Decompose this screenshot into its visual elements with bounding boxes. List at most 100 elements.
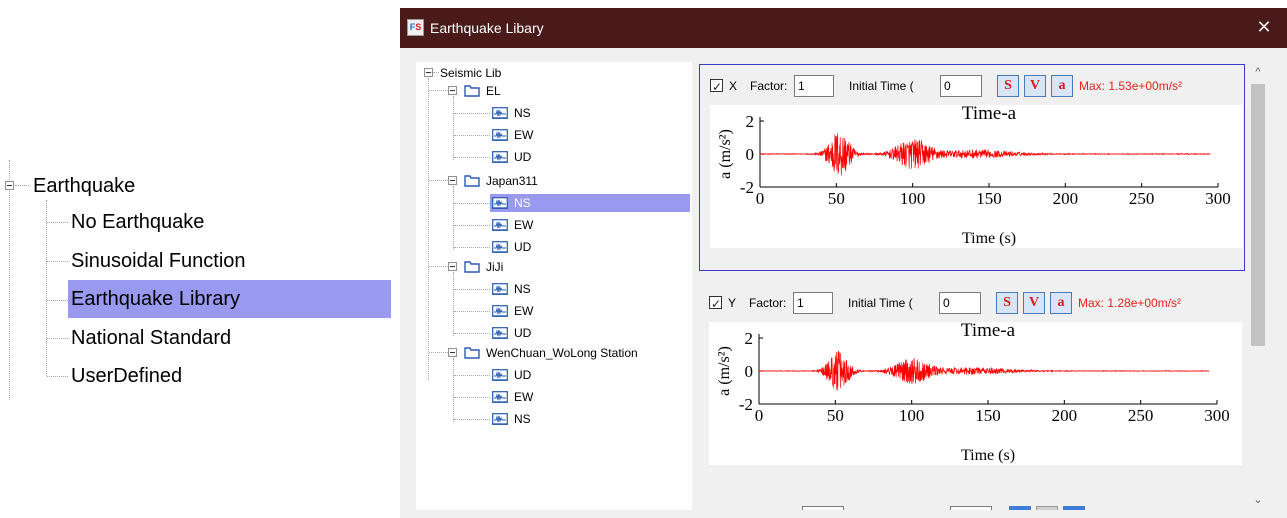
initial-time-label: Initial Time ( — [849, 79, 914, 93]
waveform-icon — [492, 305, 508, 317]
a-icon[interactable]: a — [1050, 292, 1072, 314]
collapse-icon[interactable] — [5, 181, 14, 190]
y-axis-label: a (m/s²) — [716, 346, 733, 396]
s-icon[interactable] — [1009, 506, 1031, 510]
x-tick-label: 50 — [828, 189, 845, 208]
y-axis-label: a (m/s²) — [717, 129, 734, 179]
collapse-icon[interactable] — [448, 86, 457, 95]
scroll-up-icon[interactable]: ^ — [1247, 62, 1269, 82]
tree-leaf-label: NS — [514, 282, 531, 296]
factor-label: Factor: — [750, 79, 788, 93]
y-tick-label: 2 — [745, 329, 754, 348]
tree-leaf-label: UD — [514, 240, 532, 254]
channel-z-factor-input[interactable] — [802, 506, 844, 510]
tree-guide-line — [454, 375, 490, 376]
tree-item-userdefined[interactable]: UserDefined — [68, 360, 182, 392]
folder-icon — [464, 85, 480, 97]
waveform-icon — [492, 327, 508, 339]
tree-guide-line — [47, 376, 68, 377]
a-icon[interactable]: a — [1051, 75, 1073, 97]
v-icon[interactable]: V — [1023, 292, 1045, 314]
tree-guide-line — [15, 185, 29, 186]
channel-panel[interactable]: X Factor: 1 Initial Time ( 0 S V a Max: … — [696, 62, 1247, 510]
tree-guide-line — [428, 78, 429, 380]
tree-guide-line — [453, 358, 454, 422]
tree-guide-line — [429, 90, 448, 91]
tree-guide-line — [47, 338, 68, 339]
close-button[interactable]: ✕ — [1251, 14, 1277, 40]
tree-item-earthquake-library[interactable]: Earthquake Library — [68, 280, 391, 318]
channel-z-initial-time-input[interactable] — [950, 506, 992, 510]
y-tick-label: -2 — [739, 395, 753, 414]
channel-x-factor-input[interactable]: 1 — [794, 75, 834, 97]
tree-guide-line — [47, 261, 68, 262]
channel-x-max-value: Max: 1.53e+00m/s² — [1079, 79, 1183, 93]
tree-guide-line — [453, 272, 454, 336]
seismic-library-tree[interactable]: Seismic Lib EL NS EW UD Japan311 NS EW UD JiJi NS… — [416, 62, 692, 510]
waveform-icon — [492, 129, 508, 141]
x-tick-label: 100 — [900, 189, 926, 208]
folder-icon — [464, 261, 480, 273]
channel-x-axis-label: X — [729, 79, 738, 93]
x-tick-label: 250 — [1129, 189, 1155, 208]
x-tick-label: 200 — [1053, 189, 1079, 208]
y-tick-label: 0 — [746, 145, 755, 164]
tree-group-label: WenChuan_WoLong Station — [486, 346, 638, 360]
scroll-down-icon[interactable]: ⌄ — [1247, 490, 1269, 510]
tree-group-label: EL — [486, 84, 501, 98]
v-icon[interactable] — [1036, 506, 1058, 510]
vertical-scrollbar[interactable]: ^ ⌄ — [1247, 62, 1269, 510]
s-icon[interactable]: S — [996, 292, 1018, 314]
tree-guide-line — [429, 352, 448, 353]
channel-y-checkbox[interactable] — [709, 293, 722, 315]
tree-root-earthquake[interactable]: Earthquake — [30, 170, 135, 202]
folder-icon — [464, 347, 480, 359]
initial-time-label: Initial Time ( — [848, 296, 913, 310]
tree-item-sinusoidal-function[interactable]: Sinusoidal Function — [68, 245, 246, 277]
channel-y-axis-label: Y — [728, 296, 737, 310]
waveform-icon — [492, 369, 508, 381]
waveform-icon — [492, 413, 508, 425]
tree-item-no-earthquake[interactable]: No Earthquake — [68, 206, 204, 238]
app-icon: FS — [407, 19, 424, 36]
tree-group-label: JiJi — [486, 260, 504, 274]
channel-x: X Factor: 1 Initial Time ( 0 S V a Max: … — [699, 64, 1245, 271]
waveform-icon — [492, 283, 508, 295]
scroll-thumb[interactable] — [1251, 84, 1265, 346]
tree-guide-line — [454, 113, 490, 114]
x-tick-label: 50 — [827, 406, 844, 425]
tree-guide-line — [429, 266, 448, 267]
tree-leaf-label: NS — [514, 106, 531, 120]
collapse-icon[interactable] — [448, 176, 457, 185]
chart-svg: Time-a0 50 100 150 200 250 300-202Time (s)a (m… — [717, 105, 1231, 247]
channel-y-max-value: Max: 1.28e+00m/s² — [1078, 296, 1182, 310]
chart-title: Time-a — [961, 322, 1016, 341]
factor-label: Factor: — [749, 296, 787, 310]
folder-icon — [464, 175, 480, 187]
tree-leaf-label: EW — [514, 128, 534, 142]
collapse-icon[interactable] — [448, 262, 457, 271]
v-icon[interactable]: V — [1024, 75, 1046, 97]
tree-leaf-label: EW — [514, 304, 534, 318]
tree-guide-line — [47, 300, 68, 301]
dialog-titlebar[interactable]: FS Earthquake Libary ✕ — [400, 8, 1287, 48]
x-tick-label: 100 — [899, 406, 925, 425]
a-icon[interactable] — [1063, 506, 1085, 510]
tree-item-national-standard[interactable]: National Standard — [68, 322, 231, 354]
y-tick-label: -2 — [740, 178, 754, 197]
channel-y-factor-input[interactable]: 1 — [793, 292, 833, 314]
x-axis-label: Time (s) — [961, 447, 1015, 464]
tree-guide-line — [47, 222, 68, 223]
collapse-icon[interactable] — [424, 68, 433, 77]
channel-x-checkbox[interactable] — [710, 76, 723, 98]
tree-leaf-japan311-ns[interactable]: NS — [490, 194, 690, 212]
tree-guide-line — [453, 186, 454, 250]
x-tick-label: 150 — [975, 406, 1001, 425]
waveform-icon — [492, 219, 508, 231]
tree-leaf-label: UD — [514, 326, 532, 340]
channel-x-initial-time-input[interactable]: 0 — [940, 75, 982, 97]
s-icon[interactable]: S — [997, 75, 1019, 97]
waveform-icon — [492, 241, 508, 253]
collapse-icon[interactable] — [448, 348, 457, 357]
channel-y-initial-time-input[interactable]: 0 — [939, 292, 981, 314]
